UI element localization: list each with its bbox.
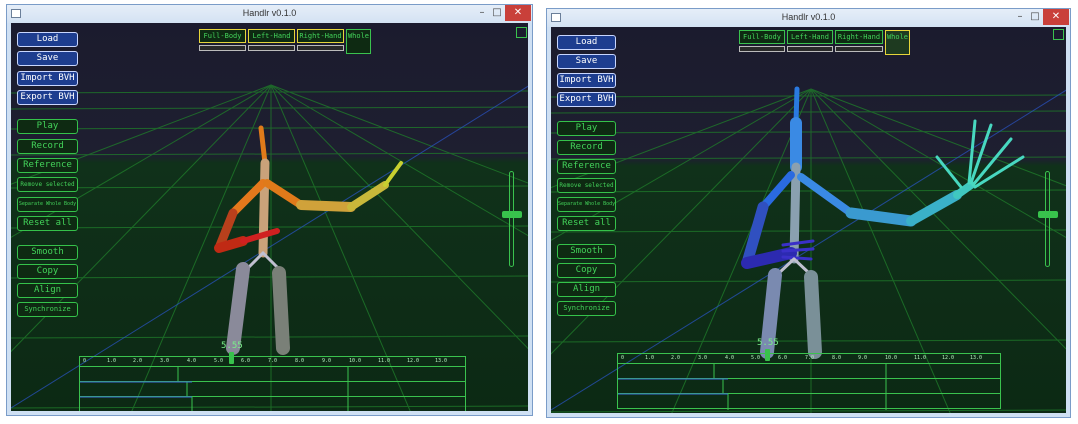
mode-right-hand[interactable]: Right-Hand (297, 29, 344, 43)
record-button[interactable]: Record (17, 139, 78, 154)
left-hand-bar (787, 46, 833, 52)
timeline-panel[interactable]: 0 1.0 2.0 3.0 4.0 5.0 6.0 7.0 8.0 9.0 10… (79, 356, 466, 411)
synchronize-button[interactable]: Synchronize (17, 302, 78, 317)
save-button[interactable]: Save (557, 54, 616, 69)
toggle-checkbox[interactable] (516, 27, 527, 38)
mode-left-hand[interactable]: Left-Hand (787, 30, 833, 44)
vertical-slider-thumb[interactable] (1038, 211, 1058, 218)
export-bvh-button[interactable]: Export BVH (17, 90, 78, 105)
smooth-button[interactable]: Smooth (17, 245, 78, 260)
reference-button[interactable]: Reference (557, 159, 616, 174)
timeline-playhead[interactable] (229, 352, 234, 364)
copy-button[interactable]: Copy (17, 264, 78, 279)
maximize-icon[interactable]: □ (1027, 9, 1043, 25)
close-icon[interactable]: ✕ (505, 5, 531, 21)
window-title: Handlr v0.1.0 (242, 8, 297, 18)
skeleton-figure[interactable] (11, 23, 528, 411)
app-window-left: Handlr v0.1.0 – □ ✕ Load Save Import BVH… (6, 4, 533, 416)
3d-viewport[interactable]: Load Save Import BVH Export BVH Play Rec… (11, 23, 528, 411)
export-bvh-button[interactable]: Export BVH (557, 92, 616, 107)
play-button[interactable]: Play (17, 119, 78, 134)
separate-whole-body-button[interactable]: Separate Whole Body (557, 197, 616, 212)
vertical-slider-thumb[interactable] (502, 211, 522, 218)
load-button[interactable]: Load (557, 35, 616, 50)
separate-whole-body-button[interactable]: Separate Whole Body (17, 197, 78, 212)
right-hand-bar (297, 45, 344, 51)
timeline-playhead[interactable] (765, 349, 770, 361)
smooth-button[interactable]: Smooth (557, 244, 616, 259)
load-button[interactable]: Load (17, 32, 78, 47)
synchronize-button[interactable]: Synchronize (557, 301, 616, 316)
mode-left-hand[interactable]: Left-Hand (248, 29, 295, 43)
import-bvh-button[interactable]: Import BVH (557, 73, 616, 88)
title-bar[interactable]: Handlr v0.1.0 – □ ✕ (547, 9, 1070, 27)
play-button[interactable]: Play (557, 121, 616, 136)
title-bar[interactable]: Handlr v0.1.0 – □ ✕ (7, 5, 532, 23)
record-button[interactable]: Record (557, 140, 616, 155)
vertical-slider-track[interactable] (509, 171, 514, 267)
reset-all-button[interactable]: Reset all (557, 216, 616, 231)
timeline-panel[interactable]: 0 1.0 2.0 3.0 4.0 5.0 6.0 7.0 8.0 9.0 10… (617, 353, 1001, 410)
remove-selected-button[interactable]: Remove selected (17, 177, 78, 192)
mode-whole[interactable]: Whole (346, 29, 371, 54)
track-segments (618, 364, 887, 410)
close-icon[interactable]: ✕ (1043, 9, 1069, 25)
3d-viewport[interactable]: Load Save Import BVH Export BVH Play Rec… (551, 27, 1066, 413)
toggle-checkbox[interactable] (1053, 29, 1064, 40)
right-hand-bar (835, 46, 883, 52)
full-body-bar (199, 45, 246, 51)
align-button[interactable]: Align (557, 282, 616, 297)
reference-button[interactable]: Reference (17, 158, 78, 173)
mode-full-body[interactable]: Full-Body (199, 29, 246, 43)
vertical-slider-track[interactable] (1045, 171, 1050, 267)
app-window-right: Handlr v0.1.0 – □ ✕ Load Save Import BVH… (546, 8, 1071, 418)
timeline-current-time: 5.55 (221, 341, 243, 351)
remove-selected-button[interactable]: Remove selected (557, 178, 616, 193)
timeline-current-time: 5.55 (757, 338, 779, 348)
mode-full-body[interactable]: Full-Body (739, 30, 785, 44)
import-bvh-button[interactable]: Import BVH (17, 71, 78, 86)
save-button[interactable]: Save (17, 51, 78, 66)
track-segments (80, 367, 349, 411)
minimize-icon[interactable]: – (474, 5, 490, 21)
mode-right-hand[interactable]: Right-Hand (835, 30, 883, 44)
minimize-icon[interactable]: – (1012, 9, 1028, 25)
full-body-bar (739, 46, 785, 52)
window-title: Handlr v0.1.0 (781, 12, 836, 22)
mode-whole[interactable]: Whole (885, 30, 910, 55)
reset-all-button[interactable]: Reset all (17, 216, 78, 231)
left-hand-bar (248, 45, 295, 51)
align-button[interactable]: Align (17, 283, 78, 298)
maximize-icon[interactable]: □ (489, 5, 505, 21)
copy-button[interactable]: Copy (557, 263, 616, 278)
